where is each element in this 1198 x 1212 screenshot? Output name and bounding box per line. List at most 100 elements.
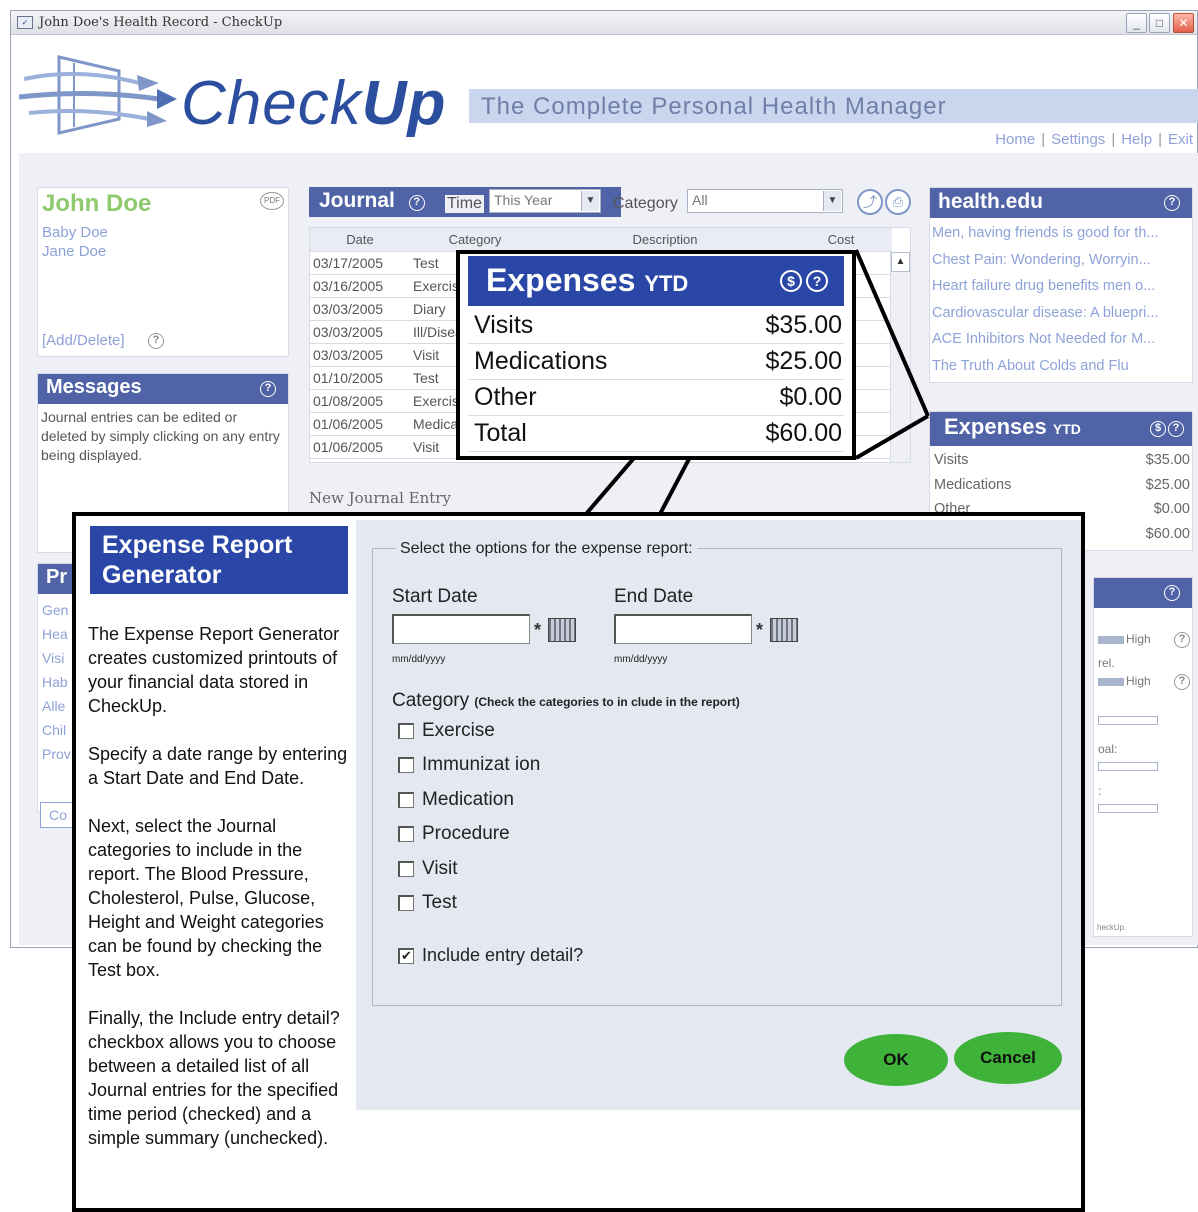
healthedu-article-link[interactable]: Men, having friends is good for th... [932, 220, 1190, 247]
help-icon[interactable]: ? [1174, 632, 1190, 648]
dollar-icon[interactable]: $ [1150, 421, 1166, 437]
profile-name[interactable]: John Doe [42, 190, 151, 218]
cell-date: 03/03/2005 [310, 297, 410, 321]
help-icon[interactable]: ? [1174, 674, 1190, 690]
help-icon[interactable]: ? [260, 381, 276, 397]
checkbox[interactable]: ✔ [398, 948, 414, 965]
start-date-input[interactable] [392, 614, 530, 644]
healthedu-article-link[interactable]: The Truth About Colds and Flu [932, 353, 1190, 380]
expenses-header: Expenses YTD $ ? [930, 412, 1192, 446]
pdf-icon[interactable]: PDF [260, 192, 284, 210]
add-delete-link[interactable]: [Add/Delete] [42, 332, 125, 349]
expense-row: Other $0.00 [468, 380, 844, 416]
calendar-icon[interactable] [770, 618, 798, 642]
chevron-up-icon[interactable]: ▲ [891, 252, 910, 272]
help-link[interactable]: Help [1121, 131, 1152, 148]
healthedu-title: health.edu [938, 190, 1044, 213]
journal-scrollbar[interactable]: ▲ [890, 252, 910, 462]
category-select[interactable]: All ▼ [687, 189, 843, 213]
column-header-cost[interactable]: Cost [790, 228, 892, 252]
progress-bar [1098, 804, 1158, 813]
healthedu-article-link[interactable]: Cardiovascular disease: A bluepri... [932, 300, 1190, 327]
expense-value: $60.00 [765, 419, 842, 447]
checkbox[interactable] [398, 860, 414, 877]
calendar-icon[interactable] [548, 618, 576, 642]
cell-date: 01/06/2005 [310, 435, 410, 459]
expense-value: $25.00 [765, 347, 842, 375]
help-icon[interactable]: ? [1168, 421, 1184, 437]
report-title: Expense Report Generator [90, 526, 348, 594]
help-icon[interactable]: ? [1164, 195, 1180, 211]
start-date-label: Start Date [392, 586, 478, 607]
help-icon[interactable]: ? [408, 195, 425, 211]
category-checkbox-row[interactable]: Procedure [398, 823, 510, 845]
checkbox-label: Medication [422, 789, 514, 810]
help-icon[interactable]: ? [806, 270, 828, 292]
column-header-date[interactable]: Date [310, 228, 410, 252]
top-nav: Home | Settings | Help | Exit [995, 131, 1193, 148]
messages-header: Messages ? [38, 374, 288, 404]
expense-row: Total $60.00 [468, 416, 844, 452]
minimize-button[interactable]: _ [1126, 13, 1147, 33]
expenses-title: Expenses [944, 414, 1047, 439]
healthedu-panel: health.edu ? Men, having friends is good… [929, 187, 1193, 383]
exit-link[interactable]: Exit [1168, 131, 1193, 148]
help-icon[interactable]: ? [1164, 585, 1180, 601]
help-icon[interactable]: ? [148, 333, 164, 349]
report-title-line: Expense Report [102, 531, 293, 559]
category-checkbox-row[interactable]: Medication [398, 789, 514, 811]
expense-value: $0.00 [1153, 501, 1190, 517]
checkbox[interactable] [398, 756, 414, 773]
category-checkbox-row[interactable]: Visit [398, 858, 458, 880]
category-hint: (Check the categories to in clude in the… [474, 695, 740, 709]
date-format-hint: mm/dd/yyyy [614, 654, 668, 665]
profile-other[interactable]: Baby Doe [42, 224, 108, 241]
expense-value: $35.00 [765, 311, 842, 339]
progress-bar [1098, 762, 1158, 771]
category-checkbox-row[interactable]: Test [398, 892, 457, 914]
dollar-icon[interactable]: $ [780, 270, 802, 292]
end-date-input[interactable] [614, 614, 752, 644]
column-header-description[interactable]: Description [540, 228, 790, 252]
help-paragraph: Specify a date range by entering a Start… [88, 744, 348, 788]
settings-link[interactable]: Settings [1051, 131, 1105, 148]
maximize-button[interactable]: □ [1149, 13, 1170, 33]
time-select[interactable]: This Year ▼ [489, 189, 601, 213]
healthedu-header: health.edu ? [930, 188, 1192, 218]
cancel-button[interactable]: Cancel [954, 1032, 1062, 1084]
expense-value: $60.00 [1145, 525, 1190, 542]
healthedu-article-link[interactable]: Chest Pain: Wondering, Worryin... [932, 247, 1190, 274]
cell-date: 01/06/2005 [310, 412, 410, 436]
ok-button[interactable]: OK [844, 1034, 948, 1086]
help-paragraph: Next, select the Journal categories to i… [88, 816, 324, 980]
cell-date: 03/03/2005 [310, 343, 410, 367]
checkbox-label: Visit [422, 858, 458, 879]
expense-row: Visits $35.00 [468, 308, 844, 344]
app-header: CheckUp The Complete Personal Health Man… [11, 35, 1198, 155]
chevron-down-icon: ▼ [581, 191, 599, 211]
healthedu-article-link[interactable]: ACE Inhibitors Not Needed for M... [932, 326, 1190, 353]
checkbox[interactable] [398, 791, 414, 808]
category-checkbox-row[interactable]: Exercise [398, 720, 495, 742]
healthedu-article-link[interactable]: Heart failure drug benefits men o... [932, 273, 1190, 300]
chart-icon[interactable]: ⤴ [857, 189, 883, 215]
cell-date: 03/16/2005 [310, 274, 410, 298]
checkbox[interactable] [398, 722, 414, 739]
close-button[interactable]: ✕ [1173, 13, 1194, 33]
column-header-category[interactable]: Category [410, 228, 540, 252]
required-mark: * [756, 620, 764, 640]
report-title-line: Generator [102, 561, 222, 589]
checkbox-label: Exercise [422, 720, 495, 741]
required-mark: * [534, 620, 542, 640]
category-checkbox-row[interactable]: Immunizat ion [398, 754, 540, 776]
profile-other[interactable]: Jane Doe [42, 243, 106, 260]
health-stats-panel: ? High ? rel. High ? oal: : [1093, 577, 1193, 937]
home-link[interactable]: Home [995, 131, 1035, 148]
include-detail-checkbox-row[interactable]: ✔ Include entry detail? [398, 945, 583, 966]
checkbox[interactable] [398, 894, 414, 911]
ytd-label: YTD [1052, 421, 1081, 437]
print-icon[interactable]: ⎙ [885, 189, 911, 215]
stat-label: : [1098, 784, 1102, 798]
journal-title: Journal [319, 189, 395, 212]
checkbox[interactable] [398, 825, 414, 842]
